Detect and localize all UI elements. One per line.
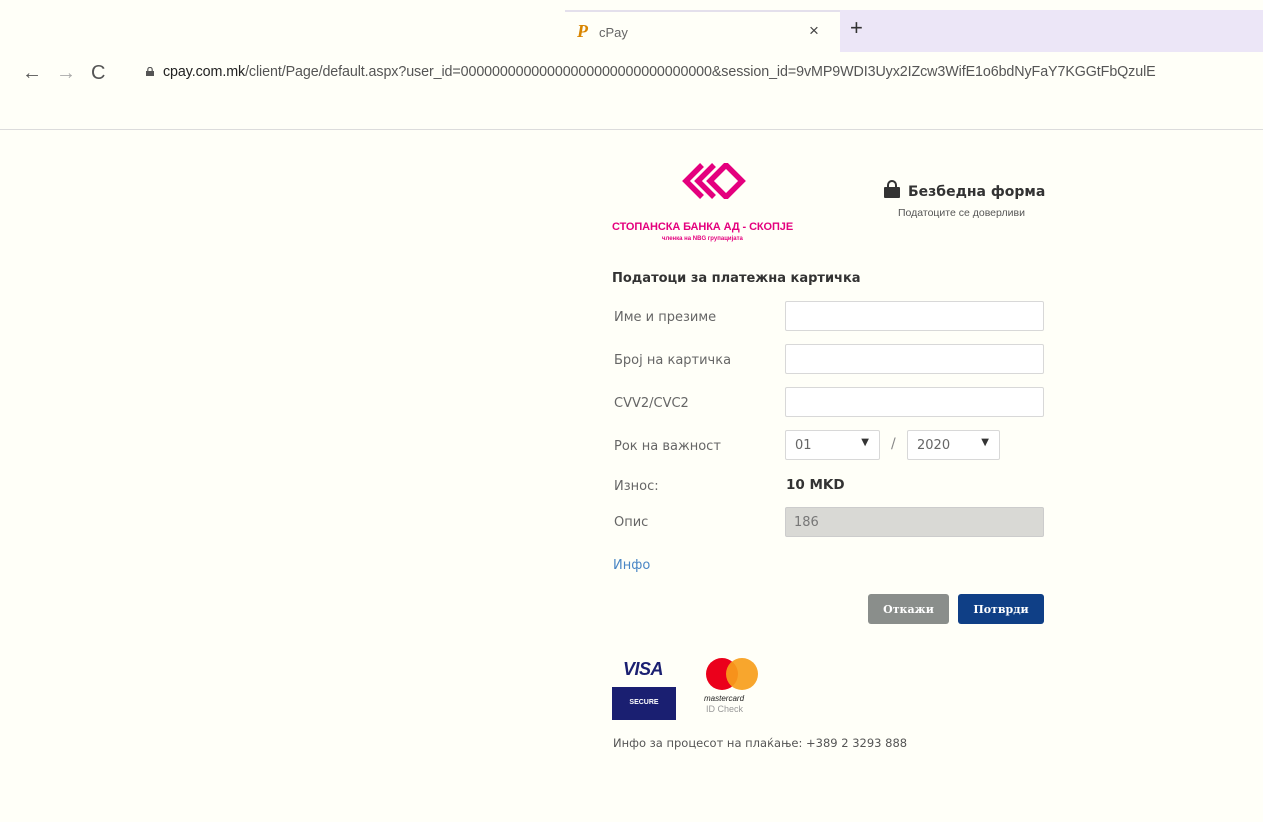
expiry-label: Рок на важност	[614, 439, 721, 454]
mastercard-yellow-circle-icon	[726, 658, 758, 690]
mastercard-id-check-logo: mastercard ID Check	[704, 658, 764, 718]
chevron-down-icon: ▼	[861, 437, 869, 448]
browser-tab[interactable]: P cPay ×	[565, 10, 840, 52]
bank-name: СТОПАНСКА БАНКА АД - СКОПЈЕ	[612, 221, 794, 233]
expiry-separator: /	[891, 436, 896, 452]
confirm-button[interactable]: Потврди	[958, 594, 1044, 624]
tab-title: cPay	[599, 25, 628, 40]
secure-subtitle: Податоците се доверливи	[898, 207, 1025, 219]
payment-info-footer: Инфо за процесот на плаќање: +389 2 3293…	[613, 736, 908, 750]
card-number-label: Број на картичка	[614, 353, 732, 368]
expiry-year-value: 2020	[917, 438, 951, 453]
browser-toolbar: ← → C cpay.com.mk/client/Page/default.as…	[0, 52, 1263, 130]
expiry-month-value: 01	[795, 438, 812, 453]
expiry-year-select[interactable]: 2020 ▼	[907, 430, 1000, 460]
cvv-input[interactable]	[785, 387, 1044, 417]
tabstrip-background	[840, 10, 1263, 52]
description-label: Опис	[614, 515, 649, 530]
expiry-month-select[interactable]: 01 ▼	[785, 430, 880, 460]
lock-icon[interactable]	[146, 67, 154, 76]
amount-label: Износ:	[614, 479, 659, 494]
chevron-down-icon: ▼	[981, 437, 989, 448]
visa-wordmark: VISA	[623, 659, 664, 679]
padlock-icon	[884, 180, 900, 198]
name-input[interactable]	[785, 301, 1044, 331]
info-link[interactable]: Инфо	[613, 558, 650, 573]
section-title: Податоци за платежна картичка	[612, 271, 861, 286]
visa-secure-label: SECURE	[629, 699, 659, 706]
cpay-favicon-icon: P	[577, 21, 588, 41]
cancel-button[interactable]: Откажи	[868, 594, 949, 624]
bank-logo-icon	[682, 163, 746, 199]
mastercard-id-check-label: ID Check	[706, 704, 744, 714]
back-icon[interactable]: ←	[22, 58, 42, 88]
url-path: /client/Page/default.aspx?user_id=000000…	[245, 64, 1156, 80]
bank-logo: СТОПАНСКА БАНКА АД - СКОПЈЕ членка на NB…	[612, 163, 832, 242]
browser-tabstrip: P cPay × +	[0, 0, 1263, 52]
reload-icon[interactable]: C	[91, 58, 105, 88]
tab-close-icon[interactable]: ×	[809, 21, 819, 41]
cvv-label: CVV2/CVC2	[614, 396, 689, 411]
bank-subtitle: членка на NBG групацијата	[662, 236, 743, 242]
url-host: cpay.com.mk	[163, 64, 246, 80]
secure-title: Безбедна форма	[908, 184, 1046, 200]
card-number-input[interactable]	[785, 344, 1044, 374]
address-bar[interactable]: cpay.com.mk/client/Page/default.aspx?use…	[163, 64, 1263, 80]
payment-panel: СТОПАНСКА БАНКА АД - СКОПЈЕ членка на NB…	[604, 150, 1054, 790]
name-label: Име и презиме	[614, 310, 717, 325]
amount-value: 10 MKD	[786, 477, 845, 493]
forward-icon[interactable]: →	[56, 58, 76, 88]
visa-secure-logo: VISA SECURE	[612, 656, 676, 720]
mastercard-wordmark: mastercard	[704, 694, 745, 703]
new-tab-button[interactable]: +	[850, 17, 863, 39]
description-field: 186	[785, 507, 1044, 537]
